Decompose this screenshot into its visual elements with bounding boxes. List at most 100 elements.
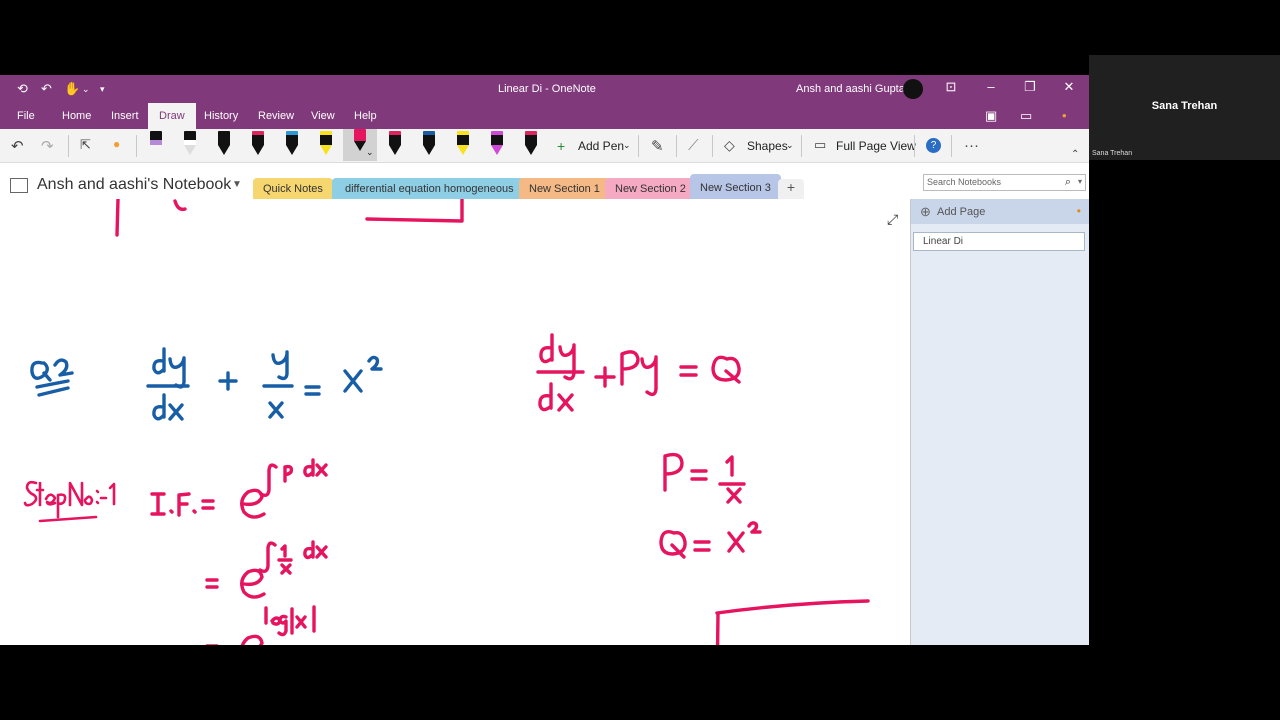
tab-insert[interactable]: Insert bbox=[111, 110, 139, 122]
add-section-button[interactable]: + bbox=[778, 179, 804, 199]
tab-help[interactable]: Help bbox=[354, 110, 377, 122]
ink-step-label bbox=[23, 480, 116, 523]
comments-icon[interactable]: ▭ bbox=[1020, 108, 1032, 124]
pen-tip bbox=[252, 145, 264, 155]
pen-red-2[interactable] bbox=[388, 131, 402, 157]
pen-red[interactable] bbox=[251, 131, 265, 157]
ink-step-3 bbox=[205, 605, 316, 645]
tab-view[interactable]: View bbox=[311, 110, 335, 122]
pen-tip bbox=[525, 145, 537, 155]
full-page-view-button[interactable]: Full Page View bbox=[836, 139, 916, 153]
pen-tip bbox=[320, 145, 332, 155]
ink-integrating-factor bbox=[150, 458, 328, 519]
chevron-down-icon[interactable]: ⌄ bbox=[366, 147, 374, 158]
avatar[interactable] bbox=[903, 79, 923, 99]
video-participant-tile[interactable]: Sana Trehan Sana Trehan bbox=[1089, 55, 1280, 160]
page-item[interactable]: Linear Di bbox=[913, 232, 1085, 251]
pen-white[interactable] bbox=[183, 131, 197, 157]
undo-icon[interactable]: ↶ bbox=[41, 81, 52, 97]
notebook-name[interactable]: Ansh and aashi's Notebook bbox=[37, 176, 231, 194]
chevron-down-icon[interactable]: ▾ bbox=[1078, 177, 1082, 186]
search-icon[interactable]: ⌕ bbox=[1065, 176, 1071, 189]
highlighter-icon bbox=[525, 131, 537, 145]
section-tab-quick-notes[interactable]: Quick Notes bbox=[253, 178, 333, 199]
ribbon-tabs: File Home Insert Draw History Review Vie… bbox=[0, 103, 1089, 129]
highlighter-pink[interactable] bbox=[524, 131, 538, 157]
pen-lightblue[interactable] bbox=[285, 131, 299, 157]
pen-tip bbox=[184, 145, 196, 155]
ink-previous-strokes bbox=[115, 197, 464, 237]
notebook-icon[interactable] bbox=[10, 178, 28, 193]
tab-home[interactable]: Home bbox=[62, 110, 91, 122]
add-pen-icon[interactable]: + bbox=[557, 138, 565, 154]
minimize-icon[interactable]: – bbox=[980, 79, 1002, 94]
pen-icon bbox=[150, 131, 162, 145]
lasso-select-icon[interactable]: ✎ bbox=[651, 137, 664, 155]
tab-history[interactable]: History bbox=[204, 110, 238, 122]
section-tab-new-section-1[interactable]: New Section 1 bbox=[519, 178, 610, 199]
chevron-down-icon[interactable]: ⌄ bbox=[786, 140, 794, 151]
draw-toolbar: ↶ ↷ ⇱ ● ⌄ + Add Pen ⌄ ✎ ⟋ ◇ Shapes ⌄ ▭ F… bbox=[0, 129, 1089, 163]
highlighter-magenta[interactable] bbox=[490, 131, 504, 157]
section-tab-differential[interactable]: differential equation homogeneous bbox=[332, 178, 527, 199]
participant-caption: Sana Trehan bbox=[1092, 150, 1133, 157]
section-tab-new-section-3[interactable]: New Section 3 bbox=[690, 174, 781, 199]
pen-blue[interactable] bbox=[422, 131, 436, 157]
pen-icon bbox=[354, 129, 366, 141]
chevron-down-icon[interactable]: ▼ bbox=[232, 179, 242, 190]
ink-p-q-definitions bbox=[659, 452, 762, 559]
help-icon[interactable]: ? bbox=[926, 138, 941, 153]
ink-pink-standard-form bbox=[536, 333, 741, 412]
divider bbox=[136, 135, 137, 157]
lasso-dot-icon[interactable]: ● bbox=[113, 137, 120, 151]
user-name[interactable]: Ansh and aashi Gupta bbox=[796, 83, 905, 95]
ruler-icon[interactable]: ⟋ bbox=[688, 137, 699, 154]
touch-dropdown-icon[interactable]: ⌄ bbox=[82, 84, 90, 95]
divider bbox=[951, 135, 952, 157]
restore-icon[interactable]: ❐ bbox=[1019, 79, 1041, 95]
chevron-down-icon[interactable]: ⌄ bbox=[623, 140, 631, 151]
divider bbox=[638, 135, 639, 157]
notebook-bar: Ansh and aashi's Notebook ▼ Quick Notes … bbox=[0, 163, 1089, 199]
ink-layer bbox=[23, 197, 870, 645]
notification-dot-icon[interactable]: • bbox=[1062, 108, 1067, 123]
search-input[interactable]: Search Notebooks ⌕ ▾ bbox=[923, 174, 1086, 191]
pen-tip bbox=[354, 141, 366, 151]
select-cursor-icon[interactable]: ⇱ bbox=[80, 137, 91, 153]
customize-qat-icon[interactable]: ▾ bbox=[100, 84, 105, 95]
add-pen-button[interactable]: Add Pen bbox=[578, 139, 624, 153]
expand-icon[interactable]: ⤢ bbox=[887, 211, 898, 228]
redo-icon[interactable]: ↷ bbox=[41, 137, 54, 155]
close-icon[interactable]: ✕ bbox=[1058, 79, 1080, 95]
pen-black[interactable] bbox=[217, 131, 231, 157]
back-icon[interactable]: ⟲ bbox=[17, 81, 28, 97]
pen-purple[interactable] bbox=[149, 131, 163, 157]
touch-mode-icon[interactable]: ✋ bbox=[64, 81, 80, 97]
ribbon-display-icon[interactable]: ⊡ bbox=[940, 79, 962, 95]
tab-file[interactable]: File bbox=[17, 110, 35, 122]
add-icon: ⊕ bbox=[920, 204, 931, 219]
sticky-notes-icon[interactable]: ▣ bbox=[985, 108, 997, 124]
highlighter-icon bbox=[491, 131, 503, 145]
highlighter-yellow[interactable] bbox=[319, 131, 333, 157]
pen-icon bbox=[184, 131, 196, 145]
section-tab-new-section-2[interactable]: New Section 2 bbox=[605, 178, 696, 199]
add-page-label: Add Page bbox=[937, 206, 986, 218]
pen-icon bbox=[252, 131, 264, 145]
highlighter-yellow-2[interactable] bbox=[456, 131, 470, 157]
window-title: Linear Di - OneNote bbox=[498, 83, 596, 95]
note-canvas[interactable]: ⤢ bbox=[0, 197, 910, 645]
pen-pink-selected[interactable]: ⌄ bbox=[343, 129, 377, 161]
collapse-ribbon-icon[interactable]: ⌃ bbox=[1071, 149, 1079, 160]
pen-icon bbox=[423, 131, 435, 145]
more-options-icon[interactable]: ··· bbox=[964, 137, 979, 154]
tab-draw[interactable]: Draw bbox=[148, 103, 196, 129]
shapes-button[interactable]: Shapes bbox=[747, 139, 788, 153]
undo-icon[interactable]: ↶ bbox=[11, 137, 24, 155]
divider bbox=[712, 135, 713, 157]
tab-review[interactable]: Review bbox=[258, 110, 294, 122]
ink-step-2 bbox=[205, 540, 328, 599]
shapes-icon[interactable]: ◇ bbox=[724, 137, 735, 154]
full-page-view-icon[interactable]: ▭ bbox=[814, 137, 826, 153]
add-page-button[interactable]: ⊕ Add Page • bbox=[911, 199, 1089, 224]
